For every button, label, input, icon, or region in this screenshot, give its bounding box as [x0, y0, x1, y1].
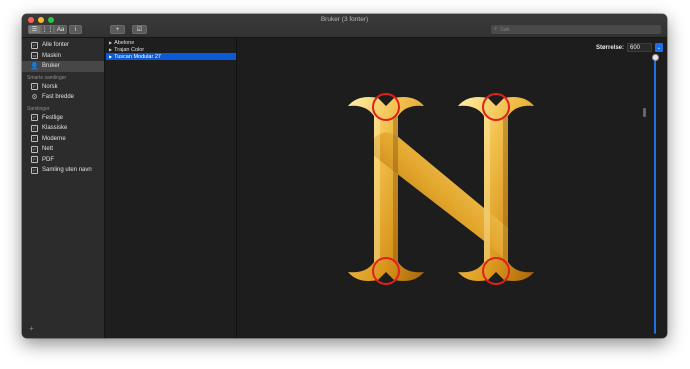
- collection-icon: F: [31, 145, 38, 153]
- sidebar-item-label: Nett: [42, 146, 54, 153]
- sidebar-item-label: Festlige: [42, 114, 64, 121]
- plus-icon: +: [115, 26, 120, 33]
- sidebar-item-norsk[interactable]: F Norsk: [22, 82, 104, 93]
- user-icon: 👤: [30, 63, 39, 71]
- sidebar-item-label: Maskin: [42, 52, 62, 59]
- info-button[interactable]: i: [69, 25, 82, 34]
- font-family-label: Abelone: [114, 39, 135, 46]
- sidebar-item-computer[interactable]: ▭ Maskin: [22, 51, 104, 62]
- sample-view-button[interactable]: Aa: [54, 25, 67, 34]
- sidebar-item-fixed-width[interactable]: ⚙ Fast bredde: [22, 92, 104, 103]
- sidebar-item-festlige[interactable]: F Festlige: [22, 113, 104, 124]
- size-input[interactable]: 600: [627, 43, 652, 52]
- font-list-item[interactable]: ▶ Trajan Color: [106, 46, 236, 53]
- font-family-label: Trajan Color: [114, 46, 145, 53]
- computer-icon: ▭: [31, 52, 38, 60]
- disclosure-triangle-icon[interactable]: ▶: [109, 54, 112, 59]
- size-control: Størrelse: 600 ⌄: [596, 43, 663, 52]
- font-book-icon: F: [31, 41, 38, 49]
- add-collection-button[interactable]: +: [29, 324, 34, 333]
- sidebar-item-untitled-collection[interactable]: F Samling uten navn: [22, 165, 104, 176]
- sidebar-item-label: Fast bredde: [42, 94, 75, 101]
- sidebar-item-user[interactable]: 👤 Bruker: [22, 61, 104, 72]
- sidebar-item-moderne[interactable]: F Moderne: [22, 134, 104, 145]
- titlebar: Bruker (3 fonter) ☰ ⋮⋮ Aa i + ☑ ⌕: [22, 14, 667, 38]
- gear-icon: ⚙: [31, 94, 38, 102]
- collection-icon: F: [31, 114, 38, 122]
- smart-collections-header: Smarte samlinger: [27, 74, 67, 81]
- sidebar-item-pdf[interactable]: F PDF: [22, 155, 104, 166]
- size-label: Størrelse:: [595, 44, 624, 51]
- validate-button[interactable]: ☑: [132, 25, 147, 34]
- search-field[interactable]: ⌕: [491, 25, 661, 34]
- glyph-preview: [348, 93, 534, 285]
- collection-icon: F: [31, 124, 38, 132]
- sidebar-item-label: Moderne: [42, 135, 66, 142]
- chevron-down-icon: ⌄: [656, 44, 662, 51]
- font-preview-pane: Størrelse: 600 ⌄: [238, 38, 667, 338]
- info-icon: i: [74, 26, 77, 33]
- size-dropdown-button[interactable]: ⌄: [655, 43, 663, 52]
- sidebar-item-label: Norsk: [42, 83, 58, 90]
- sidebar-item-label: Klassiske: [42, 125, 68, 132]
- grid-view-button[interactable]: ⋮⋮: [41, 25, 54, 34]
- collections-header: Samlinger: [27, 105, 50, 112]
- view-mode-control: ☰ ⋮⋮ Aa: [28, 25, 67, 34]
- font-list: ▶ Abelone ▶ Trajan Color ▶ Tuscan Modula…: [106, 38, 237, 338]
- checkbox-icon: ☑: [136, 27, 143, 33]
- font-list-item[interactable]: ▶ Abelone: [106, 39, 236, 46]
- font-book-window: Bruker (3 fonter) ☰ ⋮⋮ Aa i + ☑ ⌕ F Alle…: [22, 14, 667, 338]
- sidebar-item-label: PDF: [42, 156, 54, 163]
- sidebar-item-label: Samling uten navn: [42, 167, 92, 174]
- sidebar-item-nett[interactable]: F Nett: [22, 144, 104, 155]
- size-slider[interactable]: [654, 60, 656, 334]
- size-slider-knob[interactable]: [652, 54, 659, 61]
- font-book-icon: F: [31, 83, 38, 91]
- add-font-button[interactable]: +: [110, 25, 125, 34]
- list-view-button[interactable]: ☰: [28, 25, 41, 34]
- font-family-label: Tuscan Modular 27: [114, 53, 161, 60]
- glyph-letter-n: [348, 97, 534, 281]
- sidebar-item-klassiske[interactable]: F Klassiske: [22, 123, 104, 134]
- collection-icon: F: [31, 135, 38, 143]
- search-icon: ⌕: [494, 26, 498, 32]
- sidebar-item-label: Bruker: [42, 63, 60, 70]
- font-list-item-selected[interactable]: ▶ Tuscan Modular 27: [106, 53, 236, 60]
- collection-icon: F: [31, 156, 38, 164]
- sidebar-item-all-fonts[interactable]: F Alle fonter: [22, 40, 104, 51]
- scrollbar-thumb[interactable]: [643, 108, 646, 117]
- disclosure-triangle-icon[interactable]: ▶: [109, 40, 112, 45]
- sidebar: F Alle fonter ▭ Maskin 👤 Bruker Smarte s…: [22, 38, 105, 338]
- disclosure-triangle-icon[interactable]: ▶: [109, 47, 112, 52]
- window-title: Bruker (3 fonter): [320, 16, 369, 23]
- sidebar-item-label: Alle fonter: [42, 42, 70, 49]
- search-input[interactable]: [500, 26, 651, 33]
- collection-icon: F: [31, 166, 38, 174]
